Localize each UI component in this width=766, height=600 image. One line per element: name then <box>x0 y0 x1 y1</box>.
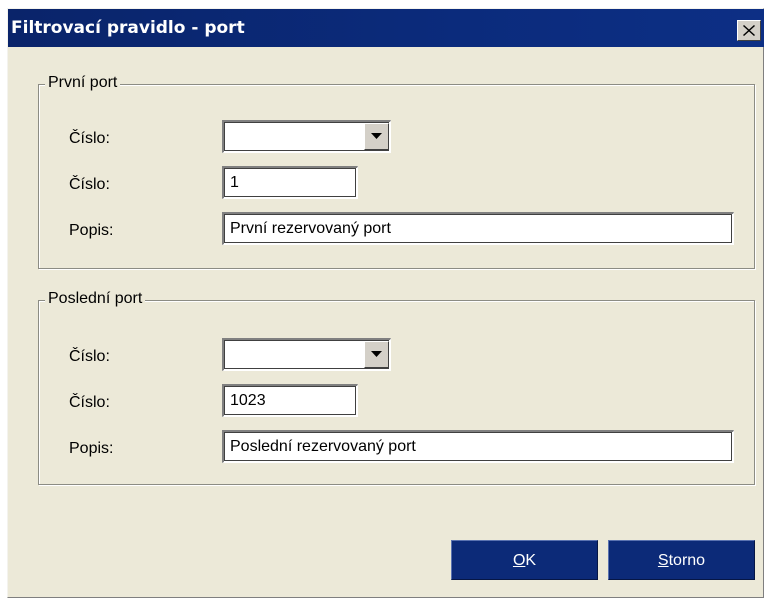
last-port-number-select[interactable] <box>222 338 391 371</box>
last-port-number-field[interactable]: 1023 <box>222 384 358 417</box>
last-port-legend: Poslední port <box>45 290 146 308</box>
chevron-down-icon <box>371 351 382 357</box>
first-port-number-select[interactable] <box>222 120 391 153</box>
first-port-dropdown-button[interactable] <box>364 123 389 150</box>
ok-label-rest: K <box>525 552 537 569</box>
first-port-description-field[interactable]: První rezervovaný port <box>222 212 734 245</box>
last-port-combo-label: Číslo: <box>69 348 110 365</box>
close-button[interactable] <box>737 20 761 41</box>
filter-rule-dialog: Filtrovací pravidlo - port První port Čí… <box>7 8 764 598</box>
last-port-group: Poslední port Číslo: Číslo: 1023 Popis: … <box>38 290 755 485</box>
window-title: Filtrovací pravidlo - port <box>11 18 245 38</box>
chevron-down-icon <box>371 133 382 139</box>
last-port-description-label: Popis: <box>69 440 114 457</box>
first-port-combo-label: Číslo: <box>69 130 110 147</box>
ok-mnemonic: O <box>512 552 526 569</box>
first-port-number-field[interactable]: 1 <box>222 166 358 199</box>
cancel-mnemonic: S <box>657 552 669 569</box>
last-port-number-label: Číslo: <box>69 394 110 411</box>
first-port-group: První port Číslo: Číslo: 1 Popis: První … <box>38 74 755 269</box>
first-port-number-label: Číslo: <box>69 176 110 193</box>
cancel-label-rest: torno <box>668 552 706 569</box>
close-icon <box>743 25 755 36</box>
first-port-legend: První port <box>45 74 121 92</box>
cancel-button[interactable]: Storno <box>608 540 755 580</box>
first-port-description-label: Popis: <box>69 222 114 239</box>
ok-button[interactable]: OK <box>451 540 598 580</box>
title-bar[interactable]: Filtrovací pravidlo - port <box>8 9 764 47</box>
last-port-dropdown-button[interactable] <box>364 341 389 368</box>
last-port-description-field[interactable]: Poslední rezervovaný port <box>222 430 734 463</box>
